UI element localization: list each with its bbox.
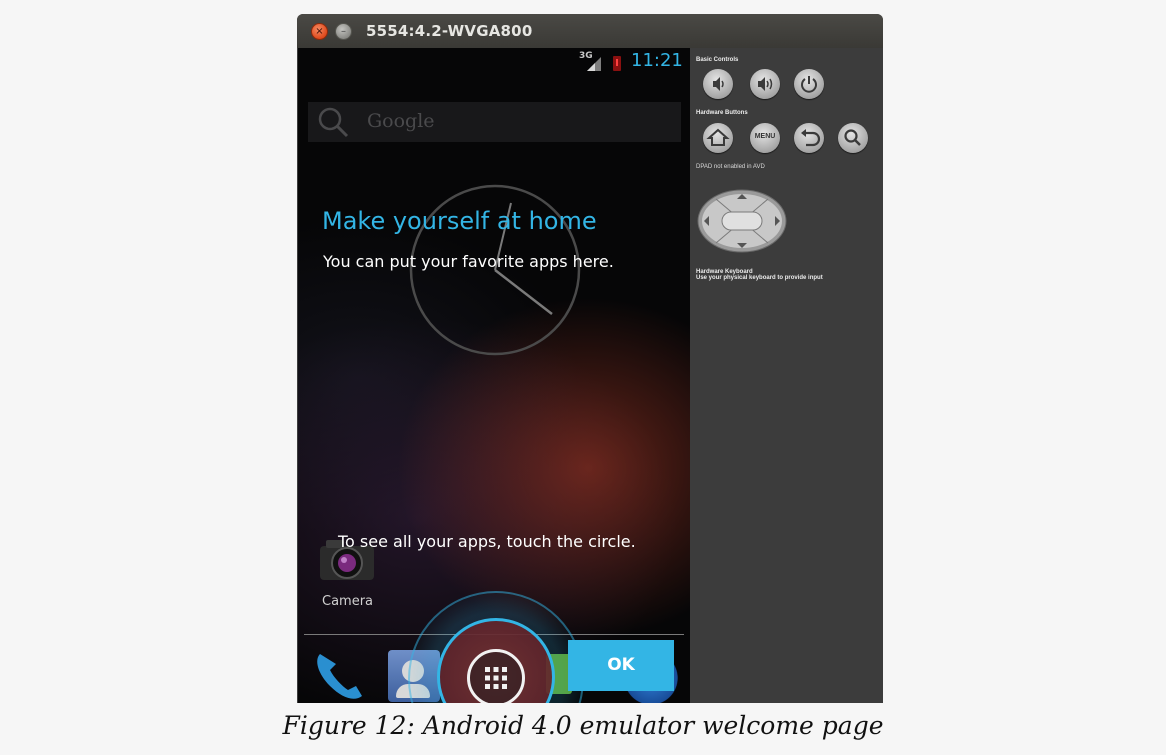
emulator-controls-panel: Basic Controls Hardware Buttons MENU DPA…: [690, 48, 883, 703]
home-button[interactable]: [703, 123, 733, 153]
dpad-title: DPAD not enabled in AVD: [696, 164, 765, 170]
search-bar[interactable]: Google: [308, 102, 681, 142]
minimize-button[interactable]: –: [335, 23, 352, 40]
keyboard-section: Hardware Keyboard Use your physical keyb…: [696, 269, 823, 281]
signal-icon: [587, 57, 601, 71]
close-button[interactable]: ×: [311, 23, 328, 40]
back-icon: [801, 129, 821, 147]
search-icon[interactable]: [316, 106, 350, 138]
phone-icon[interactable]: [310, 646, 370, 702]
window-title: 5554:4.2-WVGA800: [366, 22, 533, 40]
menu-button[interactable]: MENU: [750, 123, 780, 153]
hardware-buttons-title: Hardware Buttons: [696, 110, 748, 116]
power-button[interactable]: [794, 69, 824, 99]
home-icon: [706, 128, 730, 146]
emulator-window: × – 5554:4.2-WVGA800 3G 11:21 Google Mak…: [297, 14, 883, 703]
window-titlebar[interactable]: × – 5554:4.2-WVGA800: [297, 14, 883, 48]
all-apps-button[interactable]: [467, 649, 525, 703]
menu-label: MENU: [754, 133, 776, 140]
welcome-title: Make yourself at home: [322, 207, 597, 235]
volume-down-button[interactable]: [703, 69, 733, 99]
all-apps-hint: To see all your apps, touch the circle.: [338, 532, 636, 551]
welcome-subtitle: You can put your favorite apps here.: [323, 252, 614, 271]
basic-controls-title: Basic Controls: [696, 57, 739, 63]
volume-up-icon: [758, 77, 773, 91]
minimize-icon: –: [341, 26, 346, 37]
back-button[interactable]: [794, 123, 824, 153]
volume-up-button[interactable]: [750, 69, 780, 99]
dpad-control[interactable]: [696, 188, 788, 254]
power-icon: [801, 76, 817, 93]
status-clock: 11:21: [631, 50, 683, 71]
ok-button[interactable]: OK: [568, 640, 674, 691]
battery-icon: [613, 56, 621, 71]
all-apps-icon: [485, 667, 507, 689]
search-placeholder: Google: [367, 110, 435, 132]
status-bar: 3G 11:21: [298, 48, 690, 76]
camera-label: Camera: [322, 594, 374, 609]
figure-caption: Figure 12: Android 4.0 emulator welcome …: [282, 711, 884, 740]
keyboard-description: Use your physical keyboard to provide in…: [696, 275, 823, 281]
magnifier-icon: [844, 129, 861, 146]
search-hardware-button[interactable]: [838, 123, 868, 153]
close-icon: ×: [315, 26, 324, 37]
volume-down-icon: [713, 77, 724, 91]
device-screen[interactable]: 3G 11:21 Google Make yourself at home Yo…: [298, 48, 690, 703]
